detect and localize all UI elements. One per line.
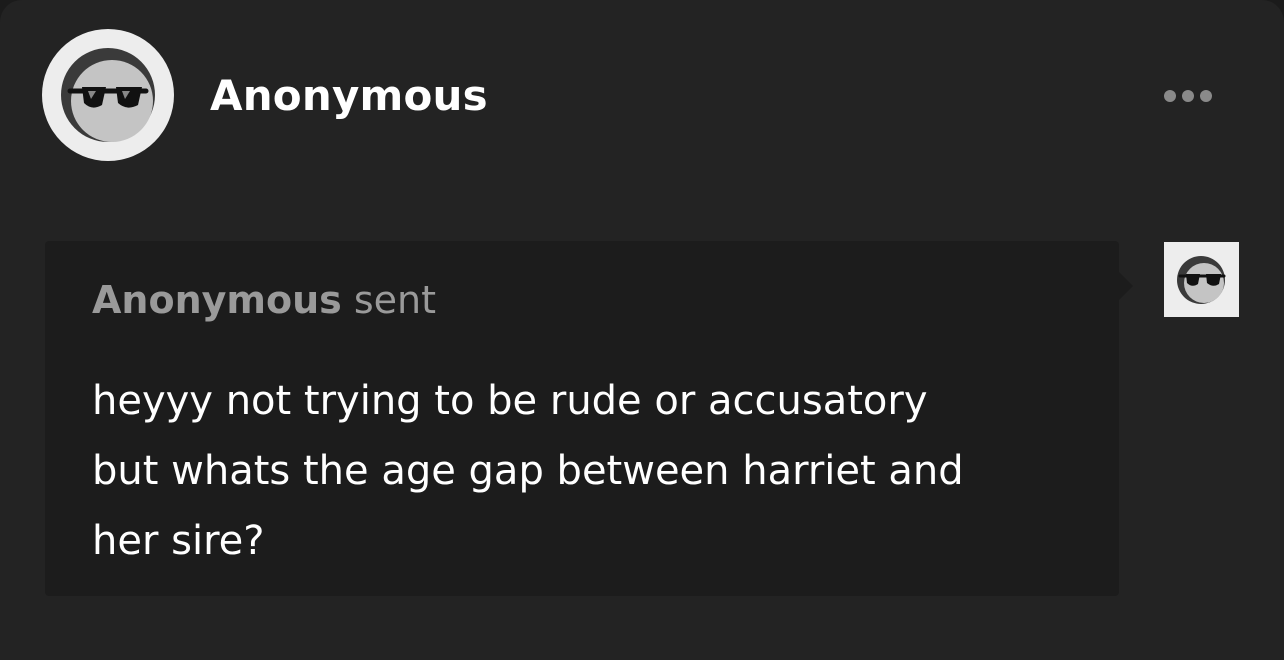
anonymous-sunglasses-icon — [1177, 256, 1226, 304]
ask-sent-label: sent — [353, 278, 437, 322]
ask-bubble-tail — [1119, 272, 1133, 300]
ask-bubble: Anonymous sent heyyy not trying to be ru… — [45, 241, 1119, 596]
ask-body: heyyy not trying to be rude or accusator… — [92, 366, 1052, 576]
anonymous-sunglasses-icon — [61, 48, 155, 142]
more-options-button[interactable] — [1152, 80, 1224, 112]
more-options-icon — [1164, 90, 1176, 102]
ask-sender: Anonymous — [92, 278, 342, 322]
asker-avatar[interactable] — [1164, 242, 1239, 317]
post-username[interactable]: Anonymous — [210, 68, 488, 124]
ask-body-line: her sire? — [92, 518, 265, 564]
ask-body-line: heyyy not trying to be rude or accusator… — [92, 378, 928, 424]
more-options-icon — [1200, 90, 1212, 102]
avatar[interactable] — [42, 29, 174, 161]
more-options-icon — [1182, 90, 1194, 102]
ask-header: Anonymous sent — [92, 274, 436, 326]
ask-body-line: but whats the age gap between harriet an… — [92, 448, 964, 494]
post-card: Anonymous Anonymous sent heyyy not tryin… — [0, 0, 1284, 660]
